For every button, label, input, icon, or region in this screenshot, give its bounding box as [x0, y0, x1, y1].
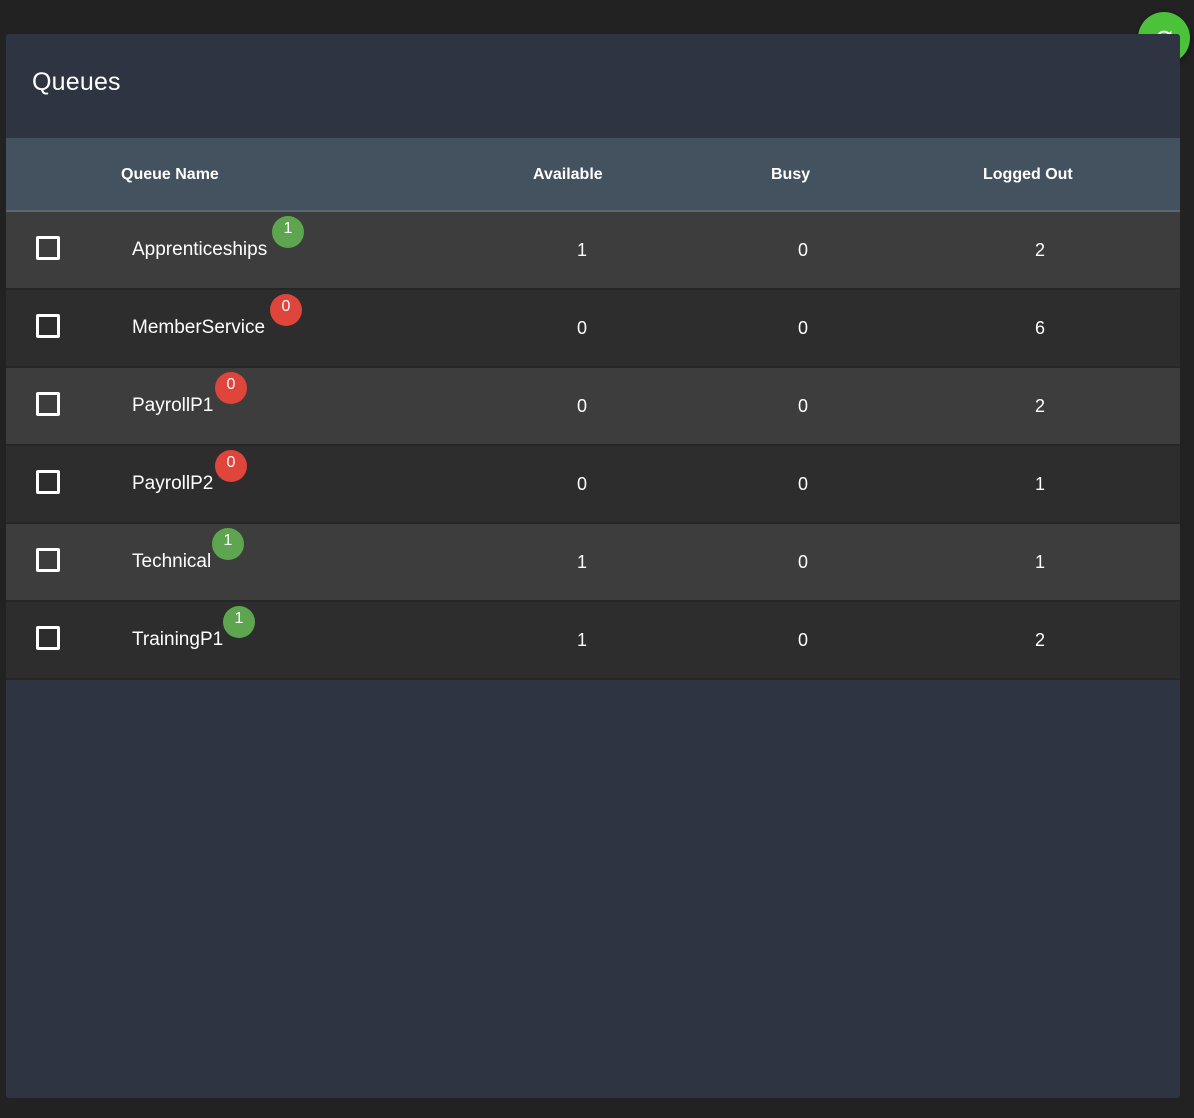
- queue-count-badge: 0: [270, 294, 302, 326]
- queues-table: Queue Name Available Busy Logged Out App…: [6, 138, 1180, 680]
- busy-count: 0: [797, 474, 808, 494]
- page-title: Queues: [32, 68, 121, 96]
- queue-count-badge: 1: [212, 528, 244, 560]
- logged-out-count: 6: [1034, 318, 1045, 338]
- logged-out-count: 2: [1034, 396, 1045, 416]
- table-row[interactable]: MemberService 0 0 0 6: [6, 290, 1180, 368]
- busy-count: 0: [797, 630, 808, 650]
- queue-count-badge: 1: [272, 216, 304, 248]
- table-header: Queue Name Available Busy Logged Out: [6, 138, 1180, 212]
- queue-name: PayrollP1: [132, 395, 214, 416]
- queue-name: MemberService: [132, 317, 266, 338]
- table-row[interactable]: Apprenticeships 1 1 0 2: [6, 212, 1180, 290]
- row-checkbox[interactable]: [36, 392, 60, 416]
- table-row[interactable]: PayrollP2 0 0 0 1: [6, 446, 1180, 524]
- queue-name: PayrollP2: [132, 473, 214, 494]
- table-row[interactable]: PayrollP1 0 0 0 2: [6, 368, 1180, 446]
- table-row[interactable]: Technical 1 1 0 1: [6, 524, 1180, 602]
- queue-count-badge: 0: [215, 372, 247, 404]
- available-count: 1: [576, 630, 587, 650]
- logged-out-count: 2: [1034, 630, 1045, 650]
- busy-count: 0: [797, 240, 808, 260]
- available-count: 0: [576, 318, 587, 338]
- available-count: 0: [576, 396, 587, 416]
- row-checkbox[interactable]: [36, 548, 60, 572]
- queue-name: TrainingP1: [132, 629, 224, 650]
- logged-out-count: 1: [1034, 474, 1045, 494]
- row-checkbox[interactable]: [36, 236, 60, 260]
- busy-count: 0: [797, 318, 808, 338]
- column-header-logged-out[interactable]: Logged Out: [983, 138, 1073, 212]
- row-checkbox[interactable]: [36, 626, 60, 650]
- row-checkbox[interactable]: [36, 470, 60, 494]
- available-count: 1: [576, 552, 587, 572]
- available-count: 1: [576, 240, 587, 260]
- queue-count-badge: 1: [223, 606, 255, 638]
- queue-name: Apprenticeships: [132, 239, 268, 260]
- queues-card: Queues Queue Name Available Busy Logged …: [6, 34, 1180, 1098]
- logged-out-count: 2: [1034, 240, 1045, 260]
- column-header-busy[interactable]: Busy: [771, 138, 810, 212]
- busy-count: 0: [797, 396, 808, 416]
- column-header-available[interactable]: Available: [533, 138, 603, 212]
- table-body: Apprenticeships 1 1 0 2 MemberService 0 0 0 6 Payr…: [6, 212, 1180, 680]
- column-header-queue-name[interactable]: Queue Name: [121, 138, 219, 212]
- available-count: 0: [576, 474, 587, 494]
- row-checkbox[interactable]: [36, 314, 60, 338]
- queue-name: Technical: [132, 551, 212, 572]
- busy-count: 0: [797, 552, 808, 572]
- queue-count-badge: 0: [215, 450, 247, 482]
- logged-out-count: 1: [1034, 552, 1045, 572]
- table-row[interactable]: TrainingP1 1 1 0 2: [6, 602, 1180, 680]
